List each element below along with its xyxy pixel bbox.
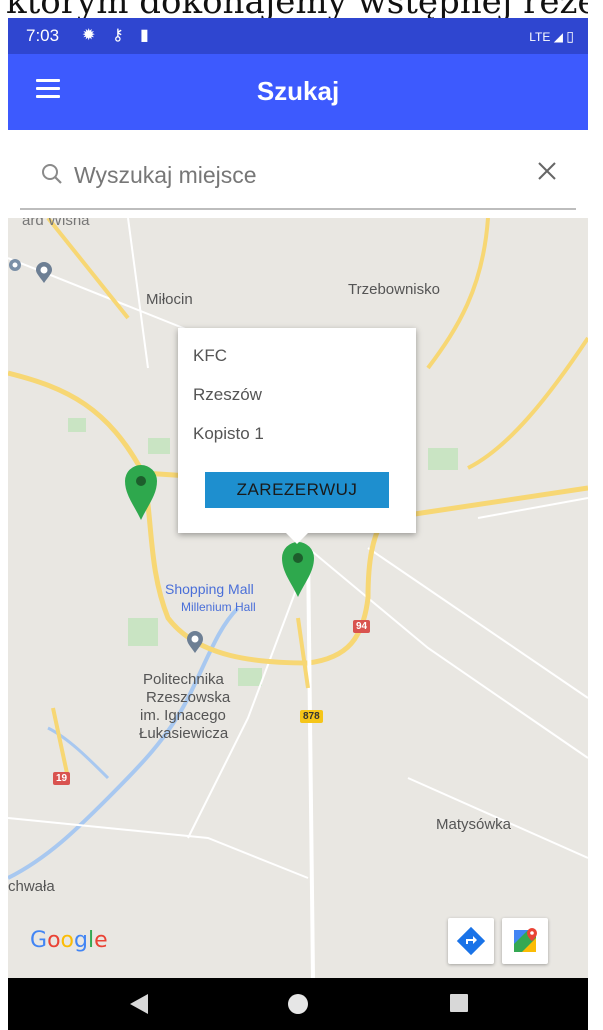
- system-navigation-bar: [8, 978, 588, 1030]
- settings-gear-icon: ✹: [82, 27, 96, 44]
- selected-location-marker-icon[interactable]: [280, 540, 316, 598]
- search-bar: [8, 130, 588, 220]
- map-label-politechnika-3: im. Ignacego: [140, 707, 226, 724]
- search-underline: [20, 208, 576, 210]
- route-badge-19: 19: [53, 772, 71, 785]
- poi-pin-icon[interactable]: [34, 262, 54, 284]
- status-right: LTE ◢ ▯: [529, 28, 574, 45]
- search-input[interactable]: [72, 154, 536, 196]
- phone-screen: 7:03 ✹ ⚷ ▮ LTE ◢ ▯ Szukaj Wyszukaj miejs…: [8, 18, 588, 1030]
- map-label-chwala: chwała: [8, 878, 55, 895]
- network-type: LTE: [529, 30, 551, 44]
- map-label-politechnika-2: Rzeszowska: [146, 689, 231, 706]
- recents-square-icon[interactable]: [448, 992, 470, 1014]
- google-maps-icon: [514, 928, 537, 952]
- map-label-millenium-hall: Millenium Hall: [181, 600, 256, 614]
- route-badge-94: 94: [353, 620, 371, 633]
- map-label-top-left: ard Wisna: [22, 218, 90, 229]
- poi-pin-icon[interactable]: [184, 630, 206, 654]
- directions-icon: [456, 926, 486, 956]
- map-label-politechnika-1: Politechnika: [143, 671, 224, 688]
- map-view[interactable]: ard Wisna Miłocin Trzebownisko Shopping …: [8, 218, 588, 978]
- page-margin: [588, 0, 603, 1030]
- status-time: 7:03: [26, 26, 60, 45]
- reserve-button[interactable]: ZAREZERWUJ: [205, 472, 389, 508]
- map-label-matysowka: Matysówka: [436, 816, 512, 833]
- route-badge-878: 878: [300, 710, 323, 723]
- search-icon: [42, 164, 62, 184]
- page-title: Szukaj: [256, 76, 340, 106]
- signal-icon: ◢: [553, 30, 563, 44]
- popup-place-name: KFC: [193, 346, 227, 365]
- popup-city: Rzeszów: [193, 385, 262, 404]
- popup-arrow: [286, 533, 308, 544]
- popup-address: Kopisto 1: [193, 424, 264, 443]
- status-bar: 7:03 ✹ ⚷ ▮ LTE ◢ ▯: [8, 18, 588, 54]
- map-label-shopping-mall: Shopping Mall: [165, 581, 254, 597]
- key-icon: ⚷: [112, 27, 124, 44]
- open-in-maps-button[interactable]: [502, 918, 548, 964]
- directions-button[interactable]: [448, 918, 494, 964]
- poi-marker-icon[interactable]: [8, 258, 22, 278]
- sd-card-icon: ▮: [140, 27, 149, 44]
- map-label-politechnika-4: Łukasiewicza: [139, 725, 229, 742]
- location-marker-icon[interactable]: [123, 463, 159, 521]
- battery-icon: ▯: [566, 28, 574, 44]
- close-icon[interactable]: [536, 160, 558, 182]
- app-bar: Szukaj: [8, 54, 588, 130]
- google-logo: Google: [30, 928, 108, 953]
- back-triangle-icon[interactable]: [128, 992, 150, 1016]
- info-popup: KFC Rzeszów Kopisto 1 ZAREZERWUJ: [178, 328, 416, 544]
- map-label-milocin: Miłocin: [146, 291, 193, 308]
- home-circle-icon[interactable]: [286, 992, 310, 1016]
- map-label-trzebownisko: Trzebownisko: [348, 281, 440, 298]
